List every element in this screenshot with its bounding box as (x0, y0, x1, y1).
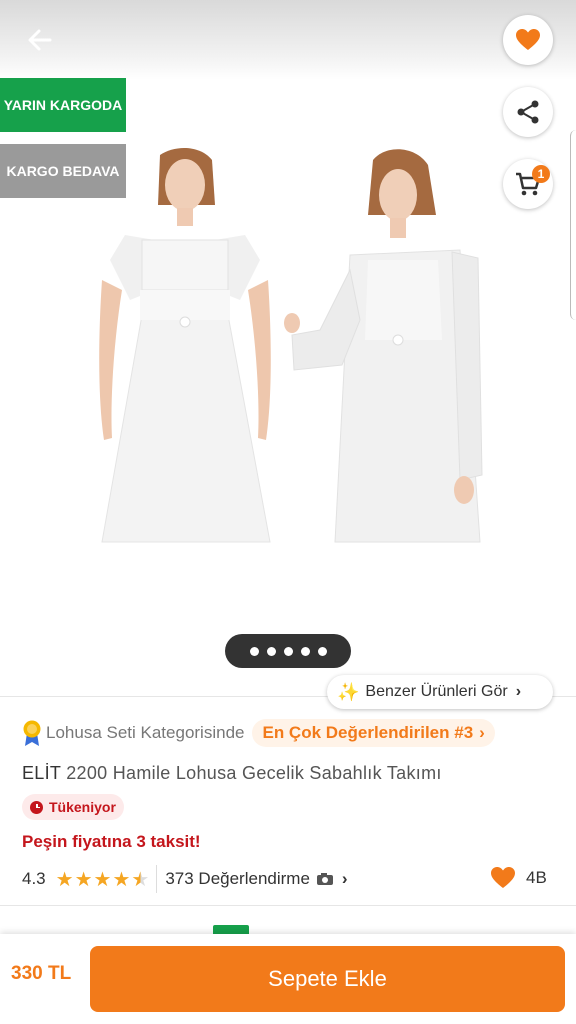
share-button[interactable] (503, 87, 553, 137)
product-name: 2200 Hamile Lohusa Gecelik Sabahlık Takı… (66, 763, 442, 783)
separator (156, 865, 158, 893)
similar-products-button[interactable]: ✨ Benzer Ürünleri Gör › (327, 675, 553, 709)
star-icon: ★ (93, 868, 113, 891)
stock-status-badge: Tükeniyor (22, 794, 124, 820)
image-pager[interactable] (225, 634, 351, 668)
heart-icon (516, 29, 540, 50)
category-rank-label: En Çok Değerlendirilen #3 (262, 723, 474, 742)
camera-icon (316, 873, 333, 885)
chevron-right-icon: › (479, 723, 485, 742)
section-divider (0, 905, 576, 906)
star-icon: ★ (55, 868, 75, 891)
heart-icon (491, 867, 515, 888)
stock-status-label: Tükeniyor (49, 799, 116, 815)
favorite-button[interactable] (503, 15, 553, 65)
installment-info: Peşin fiyatına 3 taksit! (22, 832, 201, 851)
product-brand[interactable]: ELİT (22, 763, 61, 783)
cart-button[interactable]: 1 (503, 159, 553, 209)
clock-icon (30, 800, 43, 814)
favorite-count-label: 4B (526, 868, 547, 887)
product-photo-nightgown (99, 148, 271, 543)
review-count[interactable]: 373 Değerlendirme (165, 869, 310, 889)
category-label: Lohusa Seti Kategorisinde (46, 723, 245, 742)
pager-dot (300, 646, 310, 656)
top-bar (0, 0, 576, 80)
favorite-count: 4B (490, 866, 547, 890)
scroll-indicator (570, 130, 576, 320)
pager-dot (283, 646, 293, 656)
product-photo-robe (284, 149, 483, 543)
chevron-right-icon: › (341, 869, 348, 888)
product-image[interactable] (80, 140, 500, 550)
add-to-cart-button[interactable]: Sepete Ekle (90, 946, 565, 1012)
cart-count-badge: 1 (532, 165, 550, 183)
pager-dot (266, 646, 276, 656)
similar-products-label: Benzer Ürünleri Gör (365, 683, 508, 700)
pager-dot (249, 646, 259, 656)
category-row[interactable]: Lohusa Seti Kategorisinde En Çok Değerle… (22, 718, 495, 748)
sparkle-icon: ✨ (337, 681, 360, 702)
category-rank-badge[interactable]: En Çok Değerlendirilen #3 › (252, 719, 495, 747)
star-icon: ★ (112, 868, 132, 891)
half-star-icon: ★ (131, 868, 151, 891)
award-medal-icon (23, 720, 41, 746)
product-price: 330 TL (11, 963, 72, 984)
product-title: ELİT 2200 Hamile Lohusa Gecelik Sabahlık… (22, 763, 442, 784)
rating-row[interactable]: 4.3 ★★★★★ 373 Değerlendirme › (22, 864, 552, 894)
rating-score: 4.3 (22, 869, 46, 888)
arrow-left-icon (28, 29, 52, 51)
chevron-right-icon: › (515, 683, 522, 700)
star-icon: ★ (74, 868, 94, 891)
back-button[interactable] (20, 22, 60, 58)
pager-dot (317, 646, 327, 656)
share-icon (517, 100, 539, 124)
next-day-shipping-badge: YARIN KARGODA (0, 78, 126, 132)
next-day-shipping-label: YARIN KARGODA (3, 97, 123, 113)
star-rating: ★★★★★ (56, 867, 151, 892)
